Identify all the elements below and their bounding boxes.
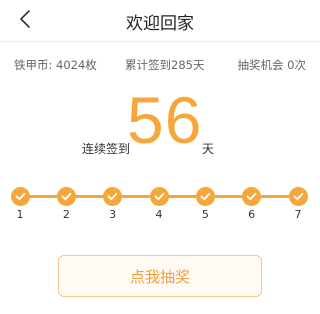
lottery-chances: 抽奖机会 0次 bbox=[237, 58, 306, 72]
day-5-marker bbox=[195, 187, 215, 206]
check-icon bbox=[15, 192, 25, 201]
day-5-label: 5 bbox=[201, 208, 209, 221]
streak-label: 连续签到 bbox=[82, 142, 131, 156]
day-7-marker bbox=[288, 187, 308, 206]
checkin-timeline: 1 2 3 4 5 6 7 bbox=[0, 182, 320, 222]
day-4-label: 4 bbox=[155, 208, 163, 221]
day-7-label: 7 bbox=[294, 208, 302, 221]
streak-days: 56 bbox=[127, 83, 203, 157]
total-checkins: 累计签到285天 bbox=[125, 58, 205, 72]
day-2-label: 2 bbox=[62, 208, 70, 221]
day-6-marker bbox=[242, 187, 262, 206]
day-3-label: 3 bbox=[109, 208, 117, 221]
day-1-label: 1 bbox=[16, 208, 24, 221]
day-1-marker bbox=[10, 187, 30, 206]
check-icon bbox=[154, 192, 164, 201]
page-title: 欢迎回家 bbox=[126, 14, 194, 34]
header: 欢迎回家 bbox=[0, 0, 320, 40]
header-divider bbox=[0, 41, 320, 42]
day-2-marker bbox=[56, 187, 76, 206]
day-4-marker bbox=[149, 187, 169, 206]
lottery-button[interactable]: 点我抽奖 bbox=[58, 255, 262, 297]
stats-row: 铁甲币: 4024枚 累计签到285天 抽奖机会 0次 bbox=[0, 57, 320, 75]
day-6-label: 6 bbox=[248, 208, 256, 221]
streak-unit: 天 bbox=[202, 142, 215, 156]
day-3-marker bbox=[103, 187, 123, 206]
check-icon bbox=[61, 192, 72, 201]
coin-balance: 铁甲币: 4024枚 bbox=[14, 58, 97, 72]
check-icon bbox=[200, 192, 211, 201]
check-icon bbox=[293, 192, 303, 201]
streak-display: 连续签到 56 天 bbox=[0, 83, 320, 160]
check-icon bbox=[107, 192, 118, 201]
check-icon bbox=[246, 192, 257, 201]
